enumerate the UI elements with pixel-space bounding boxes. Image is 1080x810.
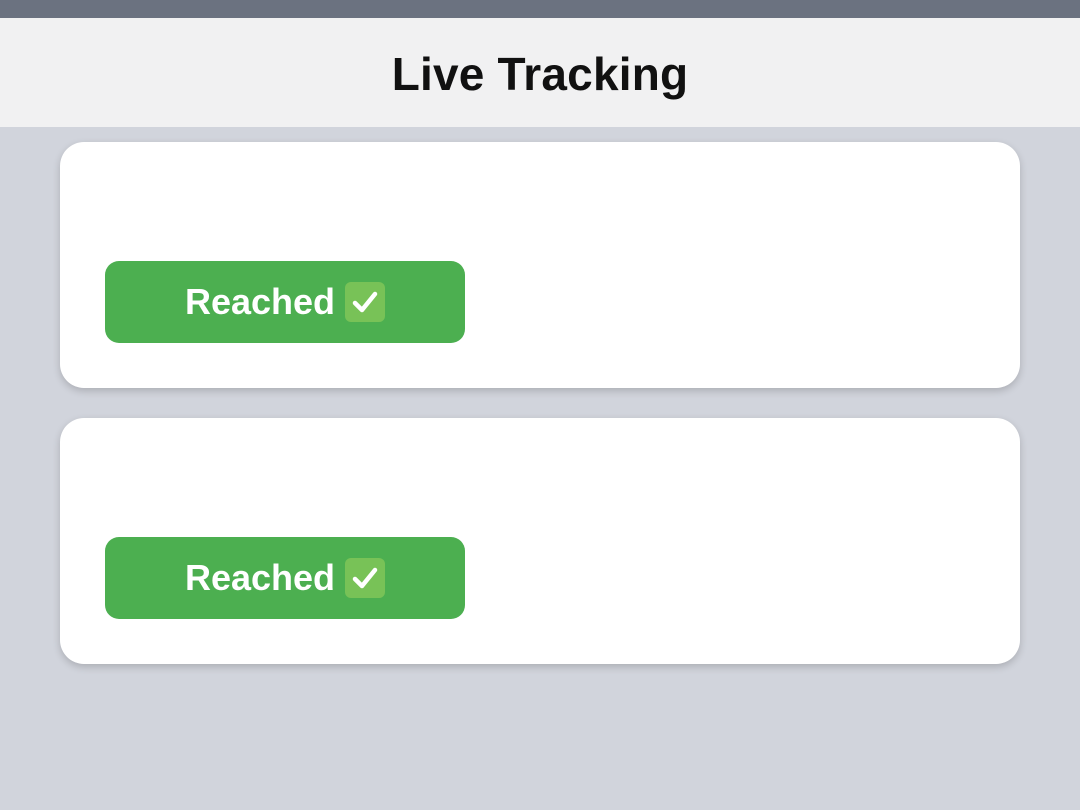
tracking-card: Reached: [60, 142, 1020, 388]
check-mark-icon: [345, 282, 386, 322]
reached-button[interactable]: Reached: [105, 537, 465, 619]
reached-button-label: Reached: [184, 557, 336, 598]
reached-button-label: Reached: [184, 281, 336, 322]
status-bar: [0, 0, 1080, 18]
app-header: Live Tracking: [0, 18, 1080, 127]
page-title: Live Tracking: [391, 47, 689, 100]
tracking-card: Reached: [60, 418, 1020, 664]
reached-button[interactable]: Reached: [105, 261, 465, 343]
check-mark-icon: [345, 558, 386, 598]
